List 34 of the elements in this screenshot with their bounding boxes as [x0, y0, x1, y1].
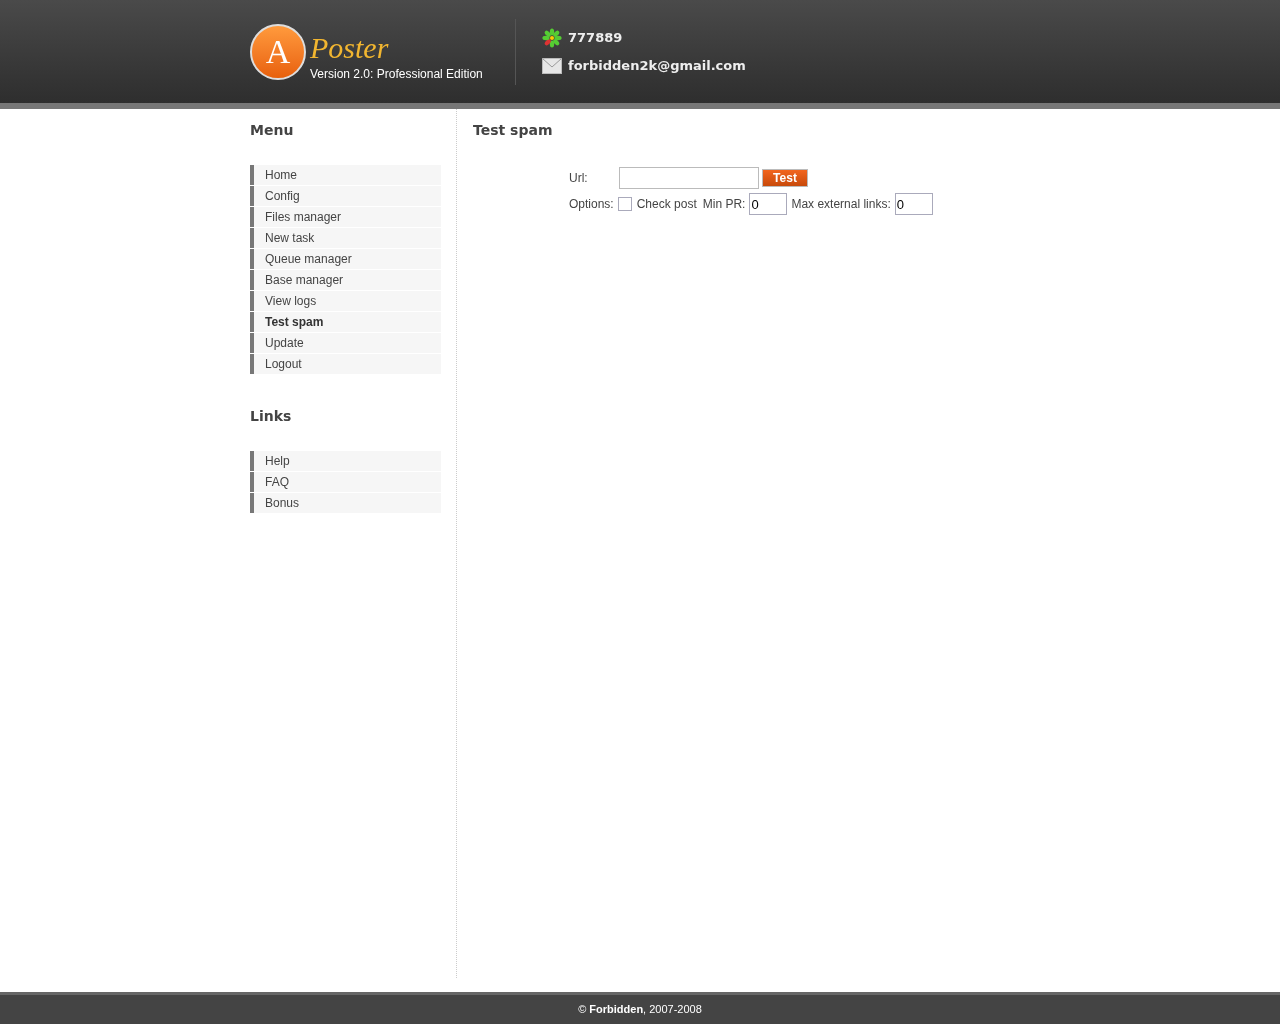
logo-wordmark: Poster [310, 32, 390, 63]
sidebar-link[interactable]: FAQ [250, 472, 441, 492]
sidebar-link[interactable]: New task [250, 228, 441, 248]
checkbox-label: Check post [636, 196, 697, 213]
envelope-icon [542, 57, 562, 74]
min-pr-field[interactable]: 0 [749, 193, 788, 215]
sidebar-link[interactable]: Home [250, 165, 441, 185]
page-title: Test spam [473, 121, 554, 140]
url-field[interactable] [619, 167, 759, 189]
copyright-text: © Forbidden, 2007-2008 [578, 1002, 702, 1018]
contact-text: forbidden2k@gmail.com [568, 56, 746, 75]
sidebar-link[interactable]: Bonus [250, 493, 441, 513]
section-title: Links [250, 407, 293, 426]
field-label: Max external links: [791, 196, 891, 213]
max-links-field[interactable]: 0 [894, 193, 933, 215]
section-title: Menu [250, 121, 295, 140]
sidebar-link[interactable]: Files manager [250, 207, 441, 227]
contact-text: 777889 [568, 29, 623, 47]
sidebar-link[interactable]: Config [250, 186, 441, 206]
sidebar-link[interactable]: Test spam [250, 312, 441, 332]
sidebar-link[interactable]: Logout [250, 354, 441, 374]
sidebar-link[interactable]: Queue manager [250, 249, 441, 269]
field-label: Options: [569, 196, 614, 213]
sidebar-link[interactable]: Help [250, 451, 441, 471]
flower-icon [542, 27, 562, 48]
logo-badge: A [250, 23, 306, 80]
field-label: Url: [569, 170, 589, 187]
sidebar-link[interactable]: View logs [250, 291, 441, 311]
checkbox[interactable] [617, 197, 632, 211]
version-text: Version 2.0: Professional Edition [310, 65, 483, 83]
test-button[interactable]: Test [762, 169, 808, 187]
sidebar-link[interactable]: Base manager [250, 270, 441, 290]
field-label: Min PR: [702, 196, 746, 213]
sidebar-link[interactable]: Update [250, 333, 441, 353]
